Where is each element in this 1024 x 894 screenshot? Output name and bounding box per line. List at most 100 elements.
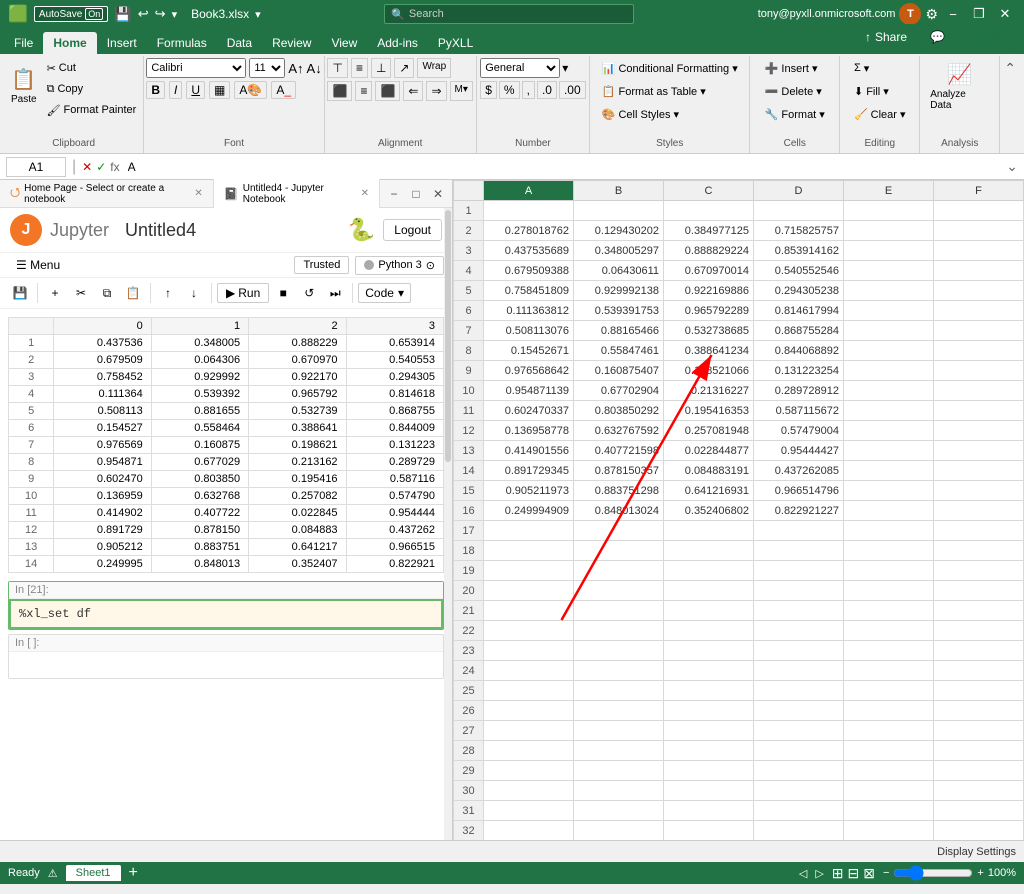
customize-icon[interactable]: ▾ (172, 8, 178, 21)
excel-cell[interactable]: 0.57479004 (754, 421, 844, 441)
excel-cell[interactable] (754, 561, 844, 581)
excel-cell[interactable]: 0.198521066 (664, 361, 754, 381)
jupyter-input-cell-empty[interactable]: In [ ]: (8, 634, 444, 679)
excel-cell[interactable] (934, 761, 1024, 781)
excel-cell[interactable] (934, 641, 1024, 661)
undo-button[interactable]: ↩ (138, 6, 149, 22)
format-as-table-button[interactable]: 📋 Format as Table ▾ (598, 81, 710, 101)
fill-button[interactable]: ⬇ Fill ▾ (850, 81, 893, 101)
interrupt-kernel-button[interactable]: ■ (271, 281, 295, 305)
excel-cell[interactable] (754, 801, 844, 821)
normal-view-button[interactable]: ⊞ (832, 865, 844, 882)
excel-cell[interactable] (664, 601, 754, 621)
insert-button[interactable]: ➕ Insert ▾ (761, 58, 822, 78)
excel-cell[interactable]: 0.922169886 (664, 281, 754, 301)
jupyter-tab-home[interactable]: ⭯ Home Page - Select or create a noteboo… (0, 179, 214, 209)
excel-cell[interactable] (664, 741, 754, 761)
tab-insert[interactable]: Insert (97, 32, 147, 54)
excel-cell[interactable]: 0.888829224 (664, 241, 754, 261)
page-layout-button[interactable]: ⊟ (848, 865, 860, 882)
excel-cell[interactable] (844, 521, 934, 541)
format-painter-button[interactable]: 🖌Format Painter (43, 100, 141, 120)
excel-cell[interactable] (664, 621, 754, 641)
excel-cell[interactable]: 0.21316227 (664, 381, 754, 401)
excel-cell[interactable] (484, 681, 574, 701)
excel-cell[interactable]: 0.891729345 (484, 461, 574, 481)
excel-cell[interactable] (664, 781, 754, 801)
excel-cell[interactable] (934, 441, 1024, 461)
search-box[interactable]: 🔍 Search (384, 4, 634, 24)
tab-addins[interactable]: Add-ins (367, 32, 428, 54)
excel-cell[interactable] (664, 701, 754, 721)
excel-cell[interactable] (844, 601, 934, 621)
excel-cell[interactable] (574, 761, 664, 781)
rotate-text-button[interactable]: ↗ (394, 58, 414, 78)
excel-cell[interactable] (844, 581, 934, 601)
excel-cell[interactable]: 0.249994909 (484, 501, 574, 521)
excel-cell[interactable] (844, 501, 934, 521)
excel-cell[interactable] (934, 401, 1024, 421)
jupyter-tab-notebook[interactable]: 📓 Untitled4 - Jupyter Notebook ✕ (214, 179, 380, 209)
restore-panel-button[interactable]: □ (406, 184, 426, 204)
excel-cell[interactable] (664, 641, 754, 661)
excel-cell[interactable] (484, 541, 574, 561)
excel-cell[interactable]: 0.966514796 (754, 481, 844, 501)
tab-formulas[interactable]: Formulas (147, 32, 217, 54)
excel-cell[interactable] (934, 601, 1024, 621)
excel-cell[interactable] (934, 781, 1024, 801)
cell-code-empty[interactable] (9, 652, 443, 678)
jupyter-scrollbar[interactable] (444, 208, 452, 840)
cut-cell-button[interactable]: ✂ (69, 281, 93, 305)
confirm-formula-button[interactable]: ✓ (96, 160, 106, 174)
excel-cell[interactable]: 0.15452671 (484, 341, 574, 361)
share-button[interactable]: ↑ Share (857, 24, 915, 50)
excel-cell[interactable] (484, 821, 574, 841)
excel-cell[interactable]: 0.384977125 (664, 221, 754, 241)
excel-cell[interactable]: 0.822921227 (754, 501, 844, 521)
excel-cell[interactable] (484, 581, 574, 601)
excel-cell[interactable] (664, 661, 754, 681)
excel-cell[interactable]: 0.508113076 (484, 321, 574, 341)
excel-cell[interactable] (664, 721, 754, 741)
format-button[interactable]: 🔧 Format ▾ (761, 104, 829, 124)
excel-cell[interactable] (574, 741, 664, 761)
excel-cell[interactable]: 0.814617994 (754, 301, 844, 321)
excel-cell[interactable]: 0.539391753 (574, 301, 664, 321)
excel-cell[interactable] (934, 221, 1024, 241)
close-tab-notebook-button[interactable]: ✕ (361, 188, 369, 199)
excel-cell[interactable]: 0.278018762 (484, 221, 574, 241)
comments-button[interactable]: 💬 Comments (921, 24, 1016, 50)
excel-cell[interactable] (574, 701, 664, 721)
excel-cell[interactable] (844, 481, 934, 501)
excel-cell[interactable] (574, 621, 664, 641)
excel-cell[interactable] (484, 741, 574, 761)
display-settings-label[interactable]: Display Settings (937, 846, 1016, 858)
excel-cell[interactable] (934, 621, 1024, 641)
restart-run-all-button[interactable]: ⏭ (323, 281, 347, 305)
copy-button[interactable]: ⧉Copy (43, 79, 141, 99)
excel-cell[interactable] (844, 361, 934, 381)
excel-cell[interactable] (664, 801, 754, 821)
redo-button[interactable]: ↪ (155, 6, 166, 22)
excel-cell[interactable]: 0.67702904 (574, 381, 664, 401)
tab-data[interactable]: Data (217, 32, 262, 54)
excel-cell[interactable] (664, 201, 754, 221)
jupyter-input-cell-21[interactable]: In [21]: %xl_set df (8, 581, 444, 630)
excel-cell[interactable] (934, 281, 1024, 301)
excel-cell[interactable]: 0.437535689 (484, 241, 574, 261)
excel-cell[interactable]: 0.88165466 (574, 321, 664, 341)
excel-cell[interactable] (844, 741, 934, 761)
excel-cell[interactable] (844, 301, 934, 321)
excel-cell[interactable]: 0.679509388 (484, 261, 574, 281)
excel-cell[interactable] (664, 821, 754, 841)
excel-cell[interactable] (844, 701, 934, 721)
excel-cell[interactable] (844, 341, 934, 361)
excel-cell[interactable] (484, 781, 574, 801)
excel-cell[interactable] (574, 561, 664, 581)
col-header-C[interactable]: C (664, 181, 754, 201)
cell-reference-input[interactable] (6, 157, 66, 177)
excel-grid-container[interactable]: A B C D E F 120.2780187620.1294302020.38… (453, 180, 1024, 840)
excel-cell[interactable] (754, 821, 844, 841)
excel-cell[interactable] (754, 661, 844, 681)
excel-cell[interactable] (664, 681, 754, 701)
